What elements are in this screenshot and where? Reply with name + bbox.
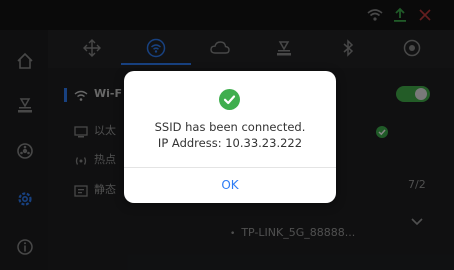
dialog-divider <box>124 167 336 168</box>
dialog-message-line1: SSID has been connected. <box>154 120 306 134</box>
dialog-message: SSID has been connected. IP Address: 10.… <box>124 119 336 151</box>
success-icon <box>219 89 240 110</box>
ok-button[interactable]: OK <box>124 169 336 201</box>
dialog-message-line2: IP Address: 10.33.23.222 <box>157 136 303 150</box>
connection-dialog: SSID has been connected. IP Address: 10.… <box>124 71 336 203</box>
